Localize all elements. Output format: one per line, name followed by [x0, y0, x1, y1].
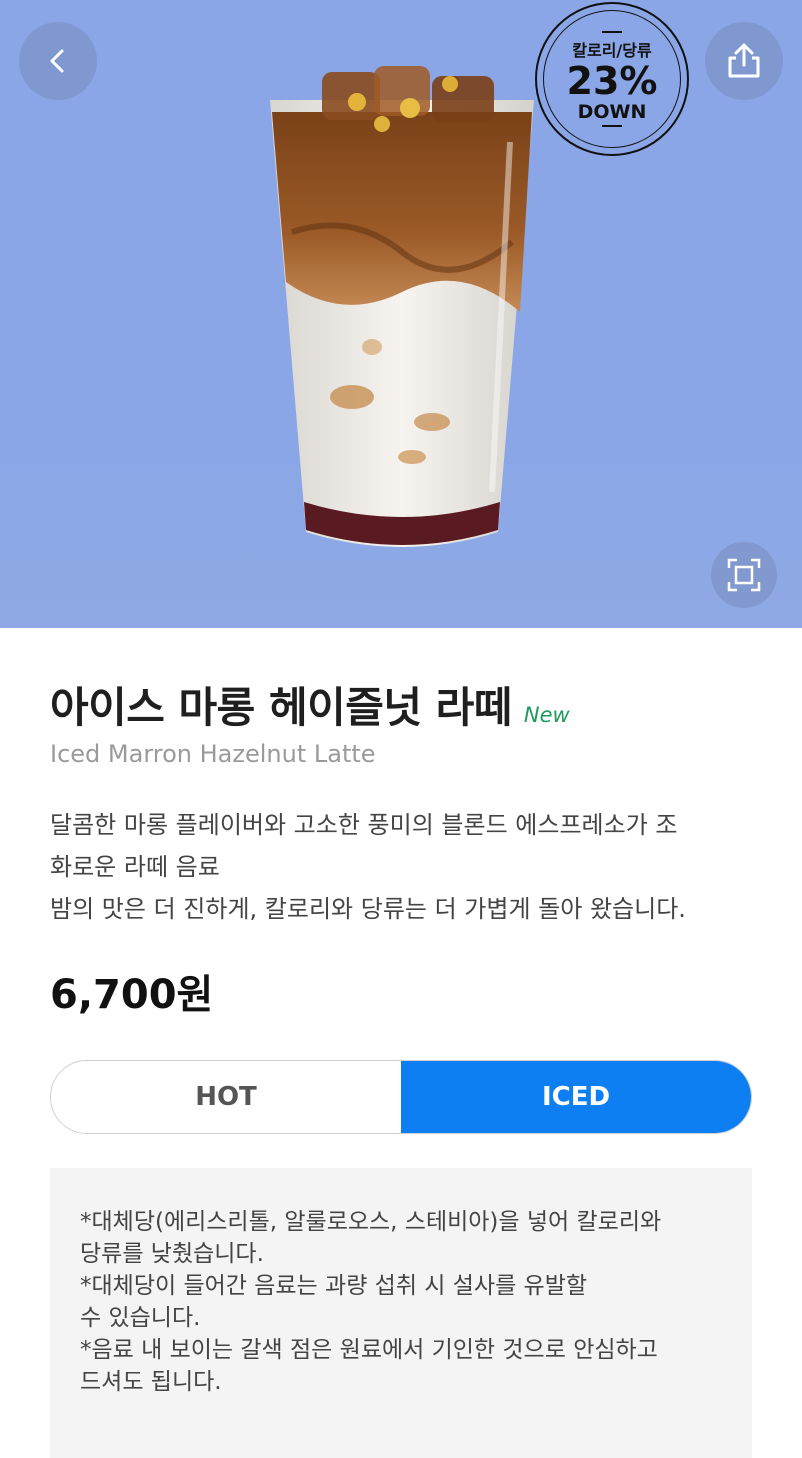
- fullscreen-icon: [727, 558, 761, 592]
- notice-line: 당류를 낮췄습니다.: [80, 1241, 264, 1267]
- notice-line: 수 있습니다.: [80, 1305, 201, 1331]
- share-button[interactable]: [705, 22, 783, 100]
- new-badge: New: [523, 703, 570, 727]
- share-icon: [728, 43, 760, 78]
- product-description: 달콤한 마롱 플레이버와 고소한 풍미의 블론드 에스프레소가 조 화로운 라떼…: [50, 804, 752, 930]
- notice-line: 드셔도 됩니다.: [80, 1369, 222, 1395]
- notice-line: *대체당이 들어간 음료는 과량 섭취 시 설사를 유발할: [80, 1273, 588, 1299]
- calorie-down-badge: 칼로리/당류 23% DOWN: [535, 2, 689, 156]
- iced-latte-image: [270, 66, 534, 547]
- hot-option[interactable]: HOT: [51, 1061, 401, 1133]
- temperature-toggle: HOT ICED: [50, 1060, 752, 1134]
- chevron-left-icon: [50, 49, 64, 73]
- notice-line: *음료 내 보이는 갈색 점은 원료에서 기인한 것으로 안심하고: [80, 1337, 658, 1363]
- zoom-image-button[interactable]: [711, 542, 777, 608]
- title-row: 아이스 마롱 헤이즐넛 라떼 New: [50, 674, 570, 735]
- description-line: 밤의 맛은 더 진하게, 칼로리와 당류는 더 가볍게 돌아 왔습니다.: [50, 895, 686, 923]
- product-english-name: Iced Marron Hazelnut Latte: [50, 740, 376, 768]
- product-price: 6,700원: [50, 972, 214, 1018]
- sweetener-notice: *대체당(에리스리톨, 알룰로오스, 스테비아)을 넣어 칼로리와 당류를 낮췄…: [50, 1168, 752, 1458]
- description-line: 달콤한 마롱 플레이버와 고소한 풍미의 블론드 에스프레소가 조: [50, 811, 678, 839]
- description-line: 화로운 라떼 음료: [50, 853, 220, 881]
- iced-option[interactable]: ICED: [401, 1061, 751, 1133]
- back-button[interactable]: [19, 22, 97, 100]
- notice-line: *대체당(에리스리톨, 알룰로오스, 스테비아)을 넣어 칼로리와: [80, 1209, 662, 1235]
- product-title: 아이스 마롱 헤이즐넛 라떼: [50, 683, 512, 732]
- product-hero-image: 칼로리/당류 23% DOWN: [0, 0, 802, 628]
